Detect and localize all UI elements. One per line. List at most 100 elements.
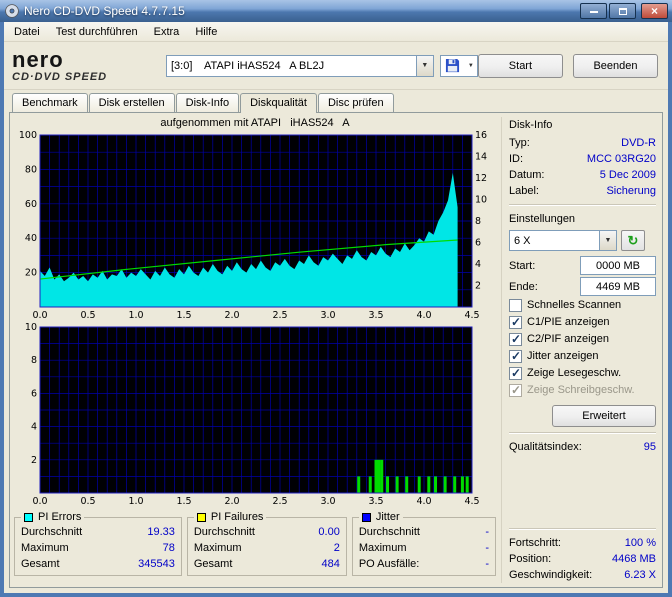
tab-disk-erstellen[interactable]: Disk erstellen [89,93,175,112]
tab-disc-pruefen[interactable]: Disc prüfen [318,93,394,112]
stat-row: Maximum- [359,540,489,556]
svg-text:2: 2 [475,281,481,292]
menu-item-datei[interactable]: Datei [6,24,48,40]
toolbar: nero CD·DVD SPEED [3:0] ATAPI iHAS524 A … [4,42,668,90]
stat-row: Gesamt345543 [21,556,175,572]
charts-area: aufgenommen mit ATAPI iHAS524 A 10080604… [14,117,496,583]
end-field[interactable]: 4469 MB [580,277,656,296]
stats-row: PI Errors Durchschnitt19.33 Maximum78 Ge… [14,511,496,576]
disk-info-row: ID:MCC 03RG20 [509,151,656,167]
svg-text:60: 60 [25,199,37,210]
start-field[interactable]: 0000 MB [580,256,656,275]
checkbox-icon [509,350,522,363]
svg-text:2.5: 2.5 [272,496,287,507]
svg-text:3.5: 3.5 [368,496,383,507]
refresh-button[interactable]: ↻ [621,230,645,251]
tabstrip: Benchmark Disk erstellen Disk-Info Diskq… [4,90,668,113]
checkbox-zeige-schreibgeschw: Zeige Schreibgeschw. [509,382,656,399]
menu-item-hilfe[interactable]: Hilfe [187,24,225,40]
svg-text:16: 16 [475,131,487,141]
maximize-icon [619,8,627,15]
speed-select-value: 6 X [510,235,599,247]
start-button[interactable]: Start [478,54,563,78]
minimize-button[interactable] [580,3,607,19]
stat-row: Maximum78 [21,540,175,556]
disk-info-row: Datum:5 Dec 2009 [509,167,656,183]
maximize-button[interactable] [609,3,636,19]
checkbox-icon [509,316,522,329]
window-frame: Datei Test durchführen Extra Hilfe nero … [0,22,672,597]
svg-text:10: 10 [25,323,37,333]
close-icon: × [651,6,658,16]
drive-select-value: [3:0] ATAPI iHAS524 A BL2J [167,60,416,72]
speed-row: 6 X ▼ ↻ [509,230,656,251]
stat-row: Maximum2 [194,540,340,556]
chevron-down-icon: ▼ [465,63,477,69]
svg-text:8: 8 [31,355,37,366]
titlebar: Nero CD-DVD Speed 4.7.7.15 × [0,0,672,22]
svg-text:1.0: 1.0 [128,496,143,507]
quit-button[interactable]: Beenden [573,54,658,78]
svg-text:6: 6 [475,238,481,249]
app-window: Nero CD-DVD Speed 4.7.7.15 × Datei Test … [0,0,672,597]
pi-failures-swatch-icon [197,513,206,522]
disk-info-title: Disk-Info [509,119,656,131]
svg-text:0.0: 0.0 [32,496,47,507]
svg-text:2.0: 2.0 [224,496,239,507]
separator [509,204,656,206]
svg-text:8: 8 [475,216,481,227]
separator [509,528,656,530]
settings-title: Einstellungen [509,213,656,225]
refresh-icon: ↻ [628,234,639,247]
stat-row: Gesamt484 [194,556,340,572]
menu-item-extra[interactable]: Extra [146,24,188,40]
checkbox-zeige-lesegeschw[interactable]: Zeige Lesegeschw. [509,365,656,382]
menu-item-test-durchfuehren[interactable]: Test durchführen [48,24,146,40]
checkbox-icon [509,333,522,346]
checkbox-jitter-anzeigen[interactable]: Jitter anzeigen [509,348,656,365]
menubar: Datei Test durchführen Extra Hilfe [4,22,668,42]
drive-select[interactable]: [3:0] ATAPI iHAS524 A BL2J ▼ [166,55,434,77]
svg-text:100: 100 [19,131,37,141]
svg-text:0.0: 0.0 [32,310,47,321]
svg-text:40: 40 [25,233,37,244]
stat-row: PO Ausfälle:- [359,556,489,572]
svg-text:3.0: 3.0 [320,496,335,507]
checkbox-icon [509,384,522,397]
speed-select[interactable]: 6 X ▼ [509,230,617,251]
save-icon [441,58,465,73]
pi-errors-chart: 100806040201614121086420.00.51.01.52.02.… [14,131,496,321]
svg-text:3.0: 3.0 [320,310,335,321]
cd-dvd-speed-logo-text: CD·DVD SPEED [12,72,160,83]
chevron-down-icon: ▼ [416,56,433,76]
checkbox-c2-pif-anzeigen[interactable]: C2/PIF anzeigen [509,331,656,348]
tab-disk-info[interactable]: Disk-Info [176,93,239,112]
pi-failures-panel: PI Failures Durchschnitt0.00 Maximum2 Ge… [187,511,347,576]
chart-title: aufgenommen mit ATAPI iHAS524 A [14,117,496,131]
svg-text:2.0: 2.0 [224,310,239,321]
pi-errors-swatch-icon [24,513,33,522]
pi-errors-panel-title: PI Errors [38,511,81,523]
end-row: Ende: 4469 MB [509,276,656,297]
svg-text:0.5: 0.5 [80,310,95,321]
save-button[interactable]: ▼ [440,55,478,77]
svg-text:1.5: 1.5 [176,310,191,321]
svg-text:4: 4 [475,259,481,270]
pi-failures-panel-title: PI Failures [211,511,264,523]
stat-row: Durchschnitt19.33 [21,524,175,540]
quality-index-row: Qualitätsindex: 95 [509,439,656,455]
svg-text:2: 2 [31,455,37,466]
svg-text:6: 6 [31,388,37,399]
start-row: Start: 0000 MB [509,255,656,276]
tab-diskqualitaet[interactable]: Diskqualität [240,93,317,113]
checkbox-schnelles-scannen[interactable]: Schnelles Scannen [509,297,656,314]
progress-row: Fortschritt:100 % [509,535,656,551]
advanced-button[interactable]: Erweitert [552,405,656,427]
close-button[interactable]: × [641,3,668,19]
tab-benchmark[interactable]: Benchmark [12,93,88,112]
svg-text:4.0: 4.0 [416,496,431,507]
checkbox-c1-pie-anzeigen[interactable]: C1/PIE anzeigen [509,314,656,331]
position-row: Position:4468 MB [509,551,656,567]
diskqualitaet-tab-page: aufgenommen mit ATAPI iHAS524 A 10080604… [9,112,663,588]
quality-index-value: 95 [644,440,656,454]
